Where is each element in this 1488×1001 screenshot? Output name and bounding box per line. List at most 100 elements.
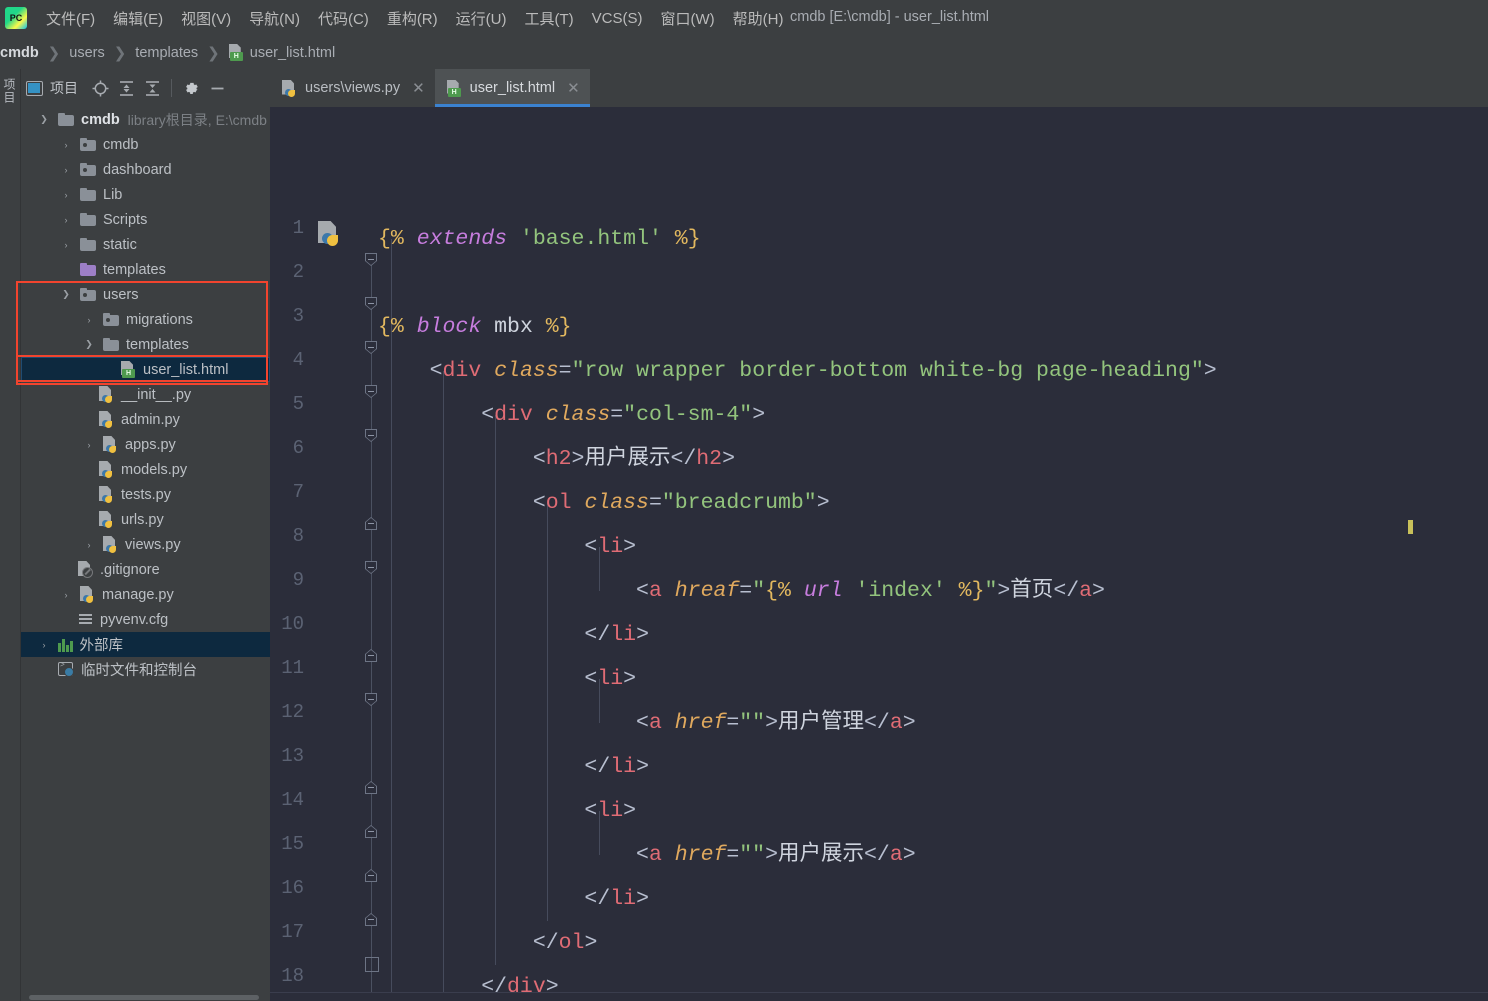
menu-vcs[interactable]: VCS(S) — [583, 6, 652, 31]
code-line-1: {% extends 'base.html' %} — [378, 227, 701, 251]
chevron-down-icon[interactable]: ❯ — [37, 114, 51, 125]
editor-vertical-scrollbar[interactable] — [1476, 107, 1488, 1001]
fold-marker-close[interactable] — [363, 516, 379, 532]
chevron-down-icon[interactable]: ❯ — [82, 339, 96, 350]
tree-item-dashboard[interactable]: › dashboard — [21, 157, 270, 182]
fold-marker-open[interactable] — [363, 252, 379, 268]
chevron-right-icon[interactable]: › — [59, 165, 73, 175]
collapse-all-icon[interactable] — [140, 76, 164, 100]
python-file-icon — [103, 536, 118, 553]
chevron-right-icon[interactable]: › — [59, 240, 73, 250]
chevron-right-icon[interactable]: › — [82, 440, 96, 450]
tree-item-lib[interactable]: › Lib — [21, 182, 270, 207]
tree-item-users-templates[interactable]: ❯ templates — [21, 332, 270, 357]
fold-marker-open[interactable] — [363, 384, 379, 400]
code-line-17: </ol> — [378, 931, 598, 955]
fold-marker-close[interactable] — [363, 912, 379, 928]
tab-close-icon[interactable]: ✕ — [412, 81, 425, 96]
fold-marker-open[interactable] — [363, 296, 379, 312]
menu-view[interactable]: 视图(V) — [172, 4, 240, 33]
tree-item-scratches-consoles[interactable]: 临时文件和控制台 — [21, 657, 270, 682]
sidebar-horizontal-scrollbar[interactable] — [21, 994, 270, 1001]
fold-marker-open[interactable] — [363, 692, 379, 708]
scrollbar-thumb[interactable] — [29, 995, 259, 1000]
fold-marker-close[interactable] — [363, 868, 379, 884]
tree-item-user-list-html[interactable]: H user_list.html — [21, 357, 270, 382]
tree-item-label: Lib — [103, 186, 123, 203]
editor-warning-marker[interactable] — [1408, 520, 1413, 534]
editor-horizontal-scrollbar[interactable] — [270, 992, 1488, 1001]
menu-help[interactable]: 帮助(H) — [724, 4, 793, 33]
tree-item-cmdb-module[interactable]: › cmdb — [21, 132, 270, 157]
menu-edit[interactable]: 编辑(E) — [104, 4, 172, 33]
menu-refactor[interactable]: 重构(R) — [378, 4, 447, 33]
fold-marker-close[interactable] — [363, 824, 379, 840]
breadcrumb-item-users[interactable]: users — [69, 45, 104, 61]
tree-item-label: .gitignore — [100, 561, 160, 578]
tree-item-external-libraries[interactable]: › 外部库 — [21, 632, 270, 657]
editor-code-area[interactable]: {% extends 'base.html' %} {% block mbx %… — [378, 107, 1488, 1001]
menu-navigate[interactable]: 导航(N) — [240, 4, 309, 33]
code-line-4: <div class="row wrapper border-bottom wh… — [378, 359, 1217, 383]
tree-item-cmdb-root[interactable]: ❯ cmdb library根目录, E:\cmdb — [21, 107, 270, 132]
tree-item-pyvenv-cfg[interactable]: pyvenv.cfg — [21, 607, 270, 632]
chevron-right-icon[interactable]: › — [37, 640, 51, 650]
locate-file-icon[interactable] — [88, 76, 112, 100]
fold-marker-open[interactable] — [363, 428, 379, 444]
chevron-right-icon[interactable]: › — [82, 540, 96, 550]
breadcrumb-item-cmdb[interactable]: cmdb — [0, 45, 39, 61]
fold-marker-close[interactable] — [363, 648, 379, 664]
chevron-right-icon[interactable]: › — [59, 590, 73, 600]
fold-marker-open[interactable] — [363, 340, 379, 356]
expand-all-icon[interactable] — [114, 76, 138, 100]
line-number: 7 — [292, 481, 304, 503]
fold-marker-close[interactable] — [363, 780, 379, 796]
tree-item-static[interactable]: › static — [21, 232, 270, 257]
fold-marker-end[interactable] — [363, 956, 379, 972]
menu-window[interactable]: 窗口(W) — [651, 4, 723, 33]
project-tree[interactable]: ❯ cmdb library根目录, E:\cmdb › cmdb › dash… — [21, 107, 271, 994]
code-editor[interactable]: 1 2 3 4 5 6 7 8 9 10 11 12 13 14 15 16 1… — [270, 107, 1488, 1001]
menu-code[interactable]: 代码(C) — [309, 4, 378, 33]
tree-item-scripts[interactable]: › Scripts — [21, 207, 270, 232]
tree-item-manage-py[interactable]: › manage.py — [21, 582, 270, 607]
tree-item-gitignore[interactable]: .gitignore — [21, 557, 270, 582]
tree-item-views-py[interactable]: › views.py — [21, 532, 270, 557]
tree-item-users[interactable]: ❯ users — [21, 282, 270, 307]
project-window-icon[interactable] — [22, 76, 46, 100]
tab-users-views-py[interactable]: users\views.py ✕ — [270, 69, 435, 107]
chevron-right-icon[interactable]: › — [59, 190, 73, 200]
breadcrumb-item-templates[interactable]: templates — [135, 45, 198, 61]
tab-close-icon[interactable]: ✕ — [567, 81, 580, 96]
gear-icon[interactable] — [179, 76, 203, 100]
chevron-right-icon[interactable]: › — [59, 215, 73, 225]
tool-stripe-project-button[interactable]: 项目 — [2, 78, 18, 104]
tree-item-tests-py[interactable]: tests.py — [21, 482, 270, 507]
tree-item-urls-py[interactable]: urls.py — [21, 507, 270, 532]
editor-gutter[interactable]: 1 2 3 4 5 6 7 8 9 10 11 12 13 14 15 16 1… — [270, 107, 379, 1001]
left-tool-stripe — [0, 69, 21, 1001]
tree-item-init-py[interactable]: __init__.py — [21, 382, 270, 407]
tab-user-list-html[interactable]: H user_list.html ✕ — [434, 69, 590, 107]
tree-item-label: cmdb — [81, 111, 120, 128]
tree-item-models-py[interactable]: models.py — [21, 457, 270, 482]
minimize-icon[interactable] — [205, 76, 229, 100]
python-file-icon — [99, 386, 114, 403]
tree-item-sublabel: library根目录, E:\cmdb — [127, 111, 267, 128]
chevron-right-icon[interactable]: › — [59, 140, 73, 150]
tree-item-apps-py[interactable]: › apps.py — [21, 432, 270, 457]
menu-run[interactable]: 运行(U) — [447, 4, 516, 33]
breadcrumb-item-user-list-html[interactable]: H user_list.html — [228, 44, 335, 61]
tree-item-admin-py[interactable]: admin.py — [21, 407, 270, 432]
menu-tools[interactable]: 工具(T) — [515, 4, 582, 33]
html-file-icon: H — [446, 79, 462, 97]
fold-marker-open[interactable] — [363, 560, 379, 576]
pycharm-window: 文件(F) 编辑(E) 视图(V) 导航(N) 代码(C) 重构(R) 运行(U… — [0, 0, 1488, 1001]
chevron-right-icon[interactable]: › — [82, 315, 96, 325]
tree-item-migrations[interactable]: › migrations — [21, 307, 270, 332]
tree-item-templates-root[interactable]: › templates — [21, 257, 270, 282]
menu-file[interactable]: 文件(F) — [37, 4, 104, 33]
code-line-13: </li> — [378, 755, 649, 779]
python-file-icon — [103, 436, 118, 453]
chevron-down-icon[interactable]: ❯ — [59, 289, 73, 300]
